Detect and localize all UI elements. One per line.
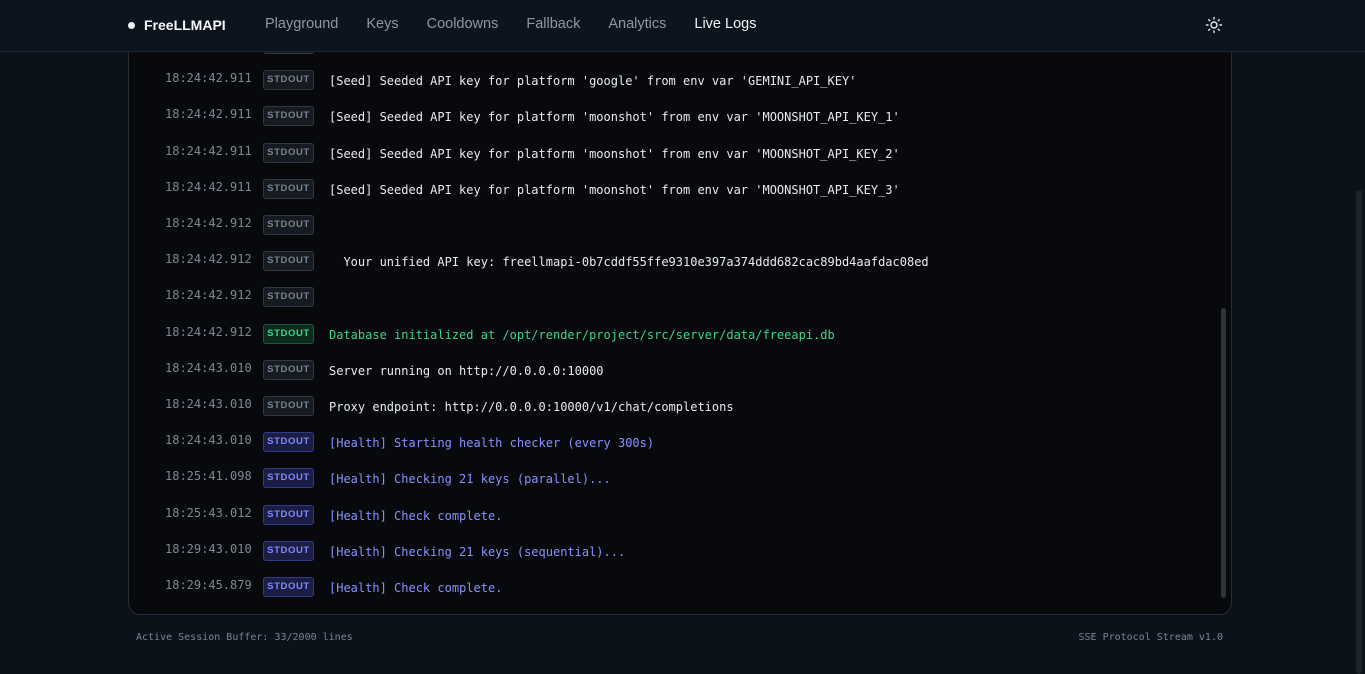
log-row: 18:24:42.912 STDOUT Database initialized a… <box>129 323 1209 347</box>
log-stream-badge: STDOUT <box>263 359 314 380</box>
log-message: [Health] Check complete. <box>329 581 503 595</box>
nav-link-fallback[interactable]: Fallback <box>526 16 580 32</box>
log-stream-badge: STDOUT <box>263 70 314 91</box>
log-timestamp: 18:24:42.912 <box>165 324 252 339</box>
log-stream-badge: STDOUT <box>263 396 314 416</box>
log-timestamp: 18:24:42.911 <box>165 107 252 122</box>
log-row: 18:24:42.911 STDOUT [Seed] Seeded API key … <box>129 178 1209 202</box>
log-row: 18:24:42.912 STDOUT <box>129 286 1209 310</box>
nav-link-analytics[interactable]: Analytics <box>608 16 666 32</box>
log-timestamp: 18:29:45.879 <box>165 578 252 592</box>
log-timestamp: 18:24:43.010 <box>165 433 252 448</box>
log-message: [Health] Starting health checker (every … <box>329 436 655 451</box>
protocol-version: SSE Protocol Stream v1.0 <box>1078 632 1224 643</box>
log-stream-badge: STDOUT <box>263 178 314 199</box>
nav-link-playground[interactable]: Playground <box>265 16 338 32</box>
log-row: 18:24:42.911 STDOUT [Seed] Seeded API key … <box>129 142 1209 166</box>
log-message: Server running on http://0.0.0.0:10000 <box>329 363 604 378</box>
brand-dot-icon <box>128 21 135 29</box>
log-stream-badge: STDOUT <box>263 577 314 597</box>
log-timestamp: 18:24:42.912 <box>165 288 252 303</box>
log-row: 18:24:42.912 STDOUT <box>129 214 1209 238</box>
log-message: [Seed] Seeded API key for platform 'moon… <box>329 110 900 125</box>
log-message: Proxy endpoint: http://0.0.0.0:10000/v1/… <box>329 400 734 414</box>
log-row: 18:24:42.912 STDOUT Your unified API key:… <box>129 250 1209 274</box>
brand-name: FreeLLMAPI <box>144 17 226 33</box>
log-message: [Health] Check complete. <box>329 508 503 523</box>
log-panel: 18:24:42.911 STDOUT [Seed] Seeded API key … <box>128 0 1232 615</box>
page-scrollbar[interactable] <box>1356 190 1362 674</box>
log-row: 18:25:41.098 STDOUT [Health] Checking 21 k… <box>129 467 1209 491</box>
log-stream-badge: STDOUT <box>263 287 314 308</box>
log-timestamp: 18:24:43.010 <box>165 397 252 411</box>
log-timestamp: 18:24:42.912 <box>165 252 252 267</box>
nav-link-cooldowns[interactable]: Cooldowns <box>427 16 499 32</box>
log-timestamp: 18:24:42.911 <box>165 179 252 194</box>
log-stream-badge: STDOUT <box>263 432 314 453</box>
log-message: [Seed] Seeded API key for platform 'goog… <box>329 74 857 89</box>
log-stream-badge: STDOUT <box>263 504 314 525</box>
nav-link-keys[interactable]: Keys <box>366 16 398 32</box>
log-timestamp: 18:24:42.911 <box>165 71 252 86</box>
log-stream-badge: STDOUT <box>263 142 314 163</box>
session-buffer-status: Active Session Buffer: 33/2000 lines <box>136 632 353 643</box>
log-message: [Seed] Seeded API key for platform 'moon… <box>329 182 900 197</box>
log-stream-badge: STDOUT <box>263 540 314 561</box>
log-row: 18:25:43.012 STDOUT [Health] Check complet… <box>129 504 1209 528</box>
nav-links: Playground Keys Cooldowns Fallback Analy… <box>265 16 756 32</box>
log-row: 18:29:45.879 STDOUT [Health] Check complet… <box>129 576 1209 600</box>
log-row: 18:24:42.911 STDOUT [Seed] Seeded API key … <box>129 69 1209 93</box>
log-message: [Health] Checking 21 keys (sequential)..… <box>329 544 626 559</box>
log-message: Your unified API key: freellmapi-0b7cddf… <box>329 255 929 270</box>
top-navbar: FreeLLMAPI Playground Keys Cooldowns Fal… <box>0 0 1365 52</box>
log-row: 18:24:43.010 STDOUT [Health] Starting heal… <box>129 431 1209 455</box>
log-stream-badge: STDOUT <box>263 323 314 344</box>
log-timestamp: 18:24:42.911 <box>165 143 252 158</box>
log-stream-badge: STDOUT <box>263 468 314 489</box>
log-timestamp: 18:29:43.010 <box>165 541 252 556</box>
log-timestamp: 18:24:43.010 <box>165 360 252 375</box>
log-message: [Seed] Seeded API key for platform 'moon… <box>329 146 900 161</box>
log-stream-badge: STDOUT <box>263 251 314 272</box>
brand[interactable]: FreeLLMAPI <box>128 16 226 34</box>
log-row: 18:24:43.010 STDOUT Proxy endpoint: http:/… <box>129 395 1209 419</box>
log-message: [Health] Checking 21 keys (parallel)... <box>329 472 611 487</box>
log-row: 18:24:43.010 STDOUT Server running on http… <box>129 359 1209 383</box>
log-row: 18:29:43.010 STDOUT [Health] Checking 21 k… <box>129 540 1209 564</box>
log-timestamp: 18:24:42.912 <box>165 216 252 230</box>
log-message: Database initialized at /opt/render/proj… <box>329 327 835 342</box>
log-stream-badge: STDOUT <box>263 215 314 235</box>
nav-link-live-logs[interactable]: Live Logs <box>694 16 756 32</box>
log-scrollbar[interactable] <box>1221 308 1226 598</box>
sun-icon[interactable] <box>1205 16 1223 34</box>
log-row: 18:24:42.911 STDOUT [Seed] Seeded API key … <box>129 105 1209 129</box>
log-timestamp: 18:25:43.012 <box>165 505 252 520</box>
log-stream-badge: STDOUT <box>263 106 314 127</box>
log-timestamp: 18:25:41.098 <box>165 469 252 484</box>
